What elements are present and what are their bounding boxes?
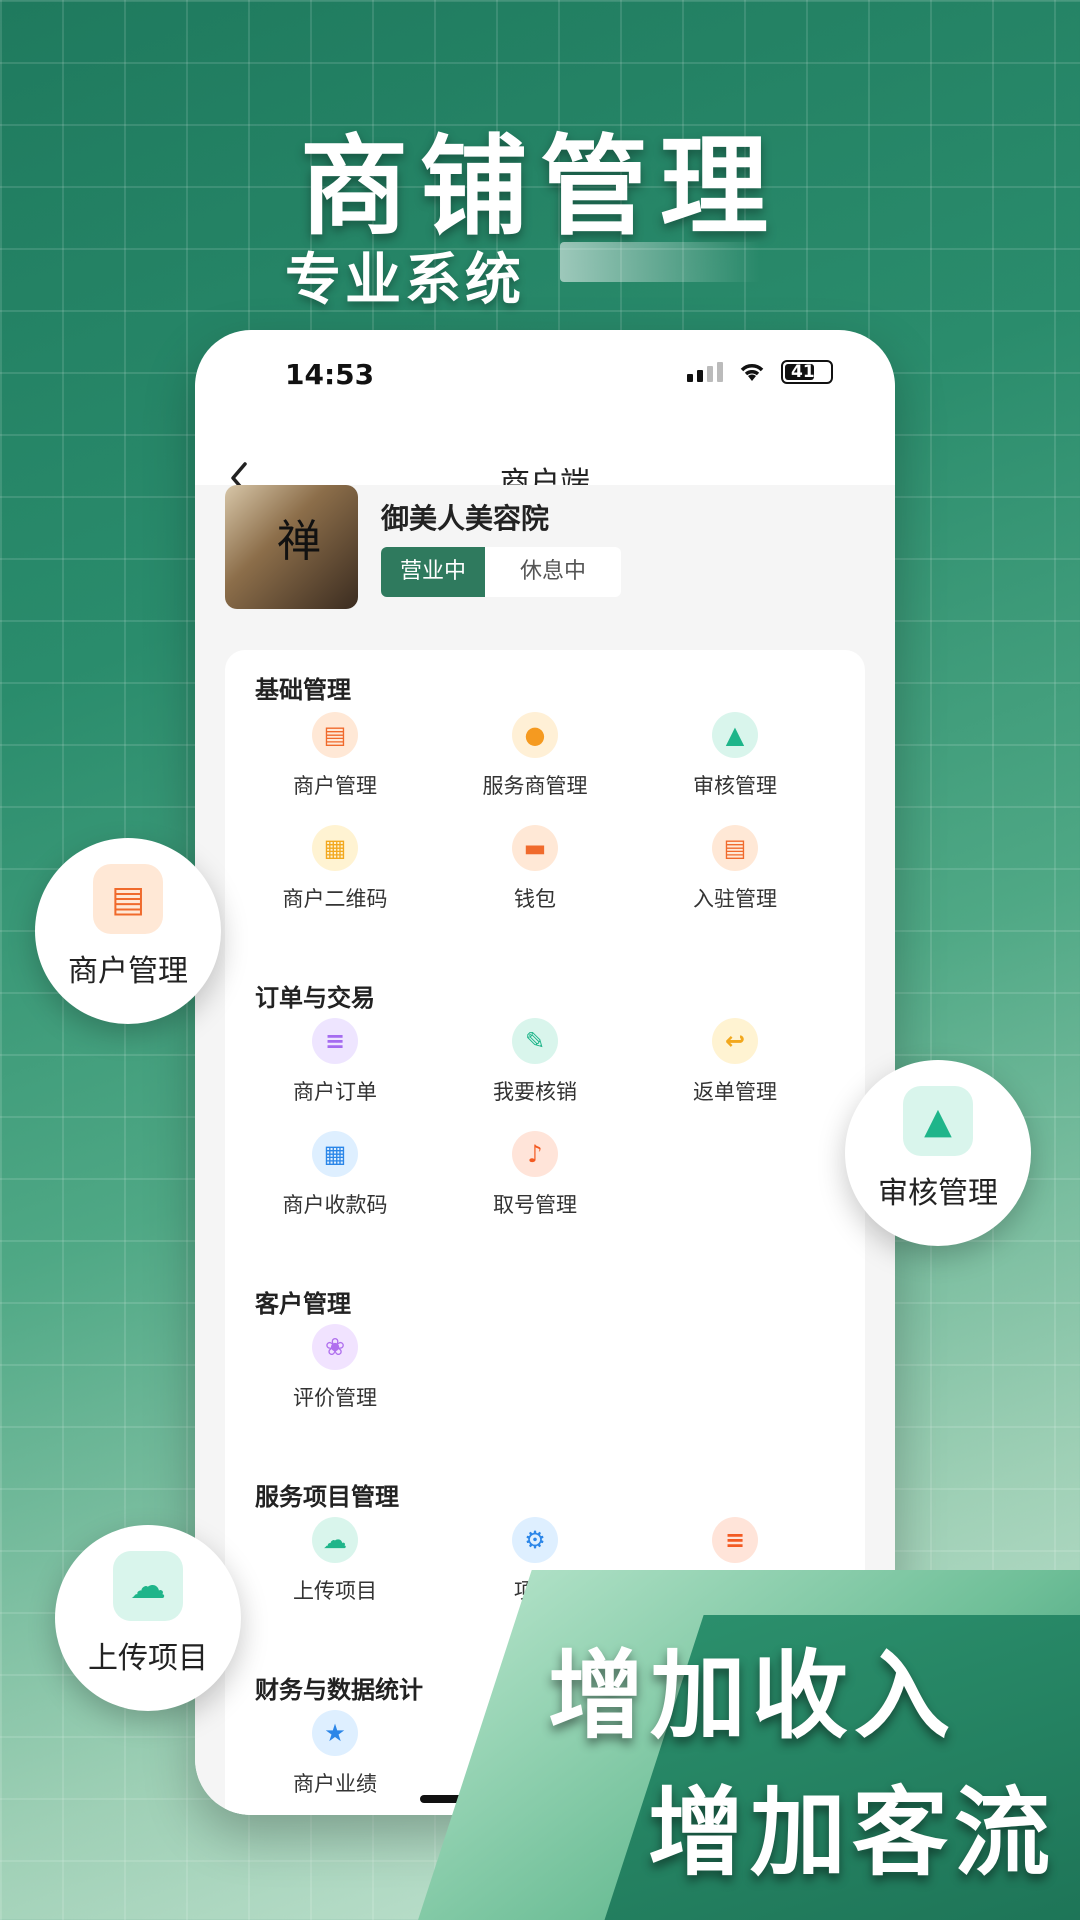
cloud-upload-icon: ☁	[113, 1551, 183, 1621]
menu-item-label: 商户订单	[293, 1080, 377, 1104]
menu-item-wallet[interactable]: ▬ 钱包	[450, 825, 620, 913]
menu-item-audit-management[interactable]: ▲ 审核管理	[650, 712, 820, 800]
status-bar: 14:53 41	[195, 330, 895, 410]
promo-headline: 商铺管理	[299, 125, 780, 250]
menu-item-label: 入驻管理	[693, 887, 777, 911]
menu-item-provider-management[interactable]: ● 服务商管理	[450, 712, 620, 800]
menu-item-queue-management[interactable]: ♪ 取号管理	[450, 1131, 620, 1219]
grid-code-icon: ▦	[312, 1131, 358, 1177]
menu-item-merchant-management[interactable]: ▤ 商户管理	[250, 712, 420, 800]
section-title-customers: 客户管理	[255, 1290, 351, 1318]
promo-subline: 专业系统	[285, 248, 525, 313]
menu-item-merchant-performance[interactable]: ★ 商户业绩	[250, 1710, 420, 1798]
menu-item-label: 取号管理	[493, 1193, 577, 1217]
menu-item-label: 我要核销	[493, 1080, 577, 1104]
battery-icon: 41	[781, 360, 833, 384]
qrcode-icon: ▦	[312, 825, 358, 871]
menu-item-merchant-qrcode[interactable]: ▦ 商户二维码	[250, 825, 420, 913]
menu-item-label: 审核管理	[693, 774, 777, 798]
signal-icon	[687, 362, 723, 382]
menu-item-label: 评价管理	[293, 1386, 377, 1410]
slogan-line-2: 增加客流	[648, 1777, 1056, 1889]
wallet-icon: ▬	[512, 825, 558, 871]
cloud-upload-icon: ☁	[312, 1517, 358, 1563]
faded-decoration	[560, 242, 760, 282]
shop-gear-icon: ▤	[712, 825, 758, 871]
menu-item-return-orders[interactable]: ↩ 返单管理	[650, 1018, 820, 1106]
bubble-label: 上传项目	[88, 1641, 208, 1676]
shop-gear-icon: ▤	[93, 864, 163, 934]
stamp-icon: ▲	[712, 712, 758, 758]
menu-item-label: 商户二维码	[282, 887, 388, 911]
shop-card: 禅 御美人美容院 营业中 休息中	[225, 485, 865, 645]
slogan-line-1: 增加收入	[548, 1640, 956, 1752]
section-title-basic: 基础管理	[255, 676, 351, 704]
shop-photo: 禅	[225, 485, 358, 609]
user-icon: ●	[512, 712, 558, 758]
menu-item-label: 服务商管理	[482, 774, 588, 798]
bell-icon: ♪	[512, 1131, 558, 1177]
status-open-button[interactable]: 营业中	[381, 547, 485, 597]
section-title-finance: 财务与数据统计	[255, 1676, 423, 1704]
gear-icon: ⚙	[512, 1517, 558, 1563]
ticket-search-icon: ✎	[512, 1018, 558, 1064]
clipboard-return-icon: ↩	[712, 1018, 758, 1064]
calligraphy-decoration: 禅	[277, 516, 321, 567]
list-sort-icon: ≡	[712, 1517, 758, 1563]
status-rest-button[interactable]: 休息中	[485, 547, 621, 597]
shield-star-icon: ★	[312, 1710, 358, 1756]
battery-level: 41	[791, 362, 815, 382]
menu-item-project-sort[interactable]: ≡	[650, 1517, 820, 1563]
menu-item-label: 商户业绩	[293, 1772, 377, 1796]
bubble-label: 商户管理	[68, 954, 188, 989]
status-icons: 41	[687, 360, 833, 384]
menu-item-settle-in[interactable]: ▤ 入驻管理	[650, 825, 820, 913]
business-status-toggle: 营业中 休息中	[381, 547, 621, 597]
wifi-icon	[740, 364, 764, 381]
menu-item-label: 商户收款码	[282, 1193, 388, 1217]
status-time: 14:53	[285, 358, 375, 391]
menu-item-merchant-orders[interactable]: ≡ 商户订单	[250, 1018, 420, 1106]
menu-item-label: 钱包	[514, 887, 556, 911]
menu-item-review-management[interactable]: ❀ 评价管理	[250, 1324, 420, 1412]
flower-icon: ❀	[312, 1324, 358, 1370]
menu-item-label: 上传项目	[293, 1579, 377, 1603]
bubble-audit-management: ▲ 审核管理	[845, 1060, 1031, 1246]
shop-gear-icon: ▤	[312, 712, 358, 758]
shop-name: 御美人美容院	[381, 502, 550, 535]
bubble-upload-project: ☁ 上传项目	[55, 1525, 241, 1711]
menu-item-label: 返单管理	[693, 1080, 777, 1104]
document-icon: ≡	[312, 1018, 358, 1064]
bubble-merchant-management: ▤ 商户管理	[35, 838, 221, 1024]
menu-item-payment-code[interactable]: ▦ 商户收款码	[250, 1131, 420, 1219]
menu-item-upload-project[interactable]: ☁ 上传项目	[250, 1517, 420, 1605]
menu-item-verify[interactable]: ✎ 我要核销	[450, 1018, 620, 1106]
section-title-orders: 订单与交易	[255, 984, 375, 1012]
bubble-label: 审核管理	[878, 1176, 998, 1211]
section-title-services: 服务项目管理	[255, 1483, 399, 1511]
menu-item-label: 商户管理	[293, 774, 377, 798]
stamp-icon: ▲	[903, 1086, 973, 1156]
